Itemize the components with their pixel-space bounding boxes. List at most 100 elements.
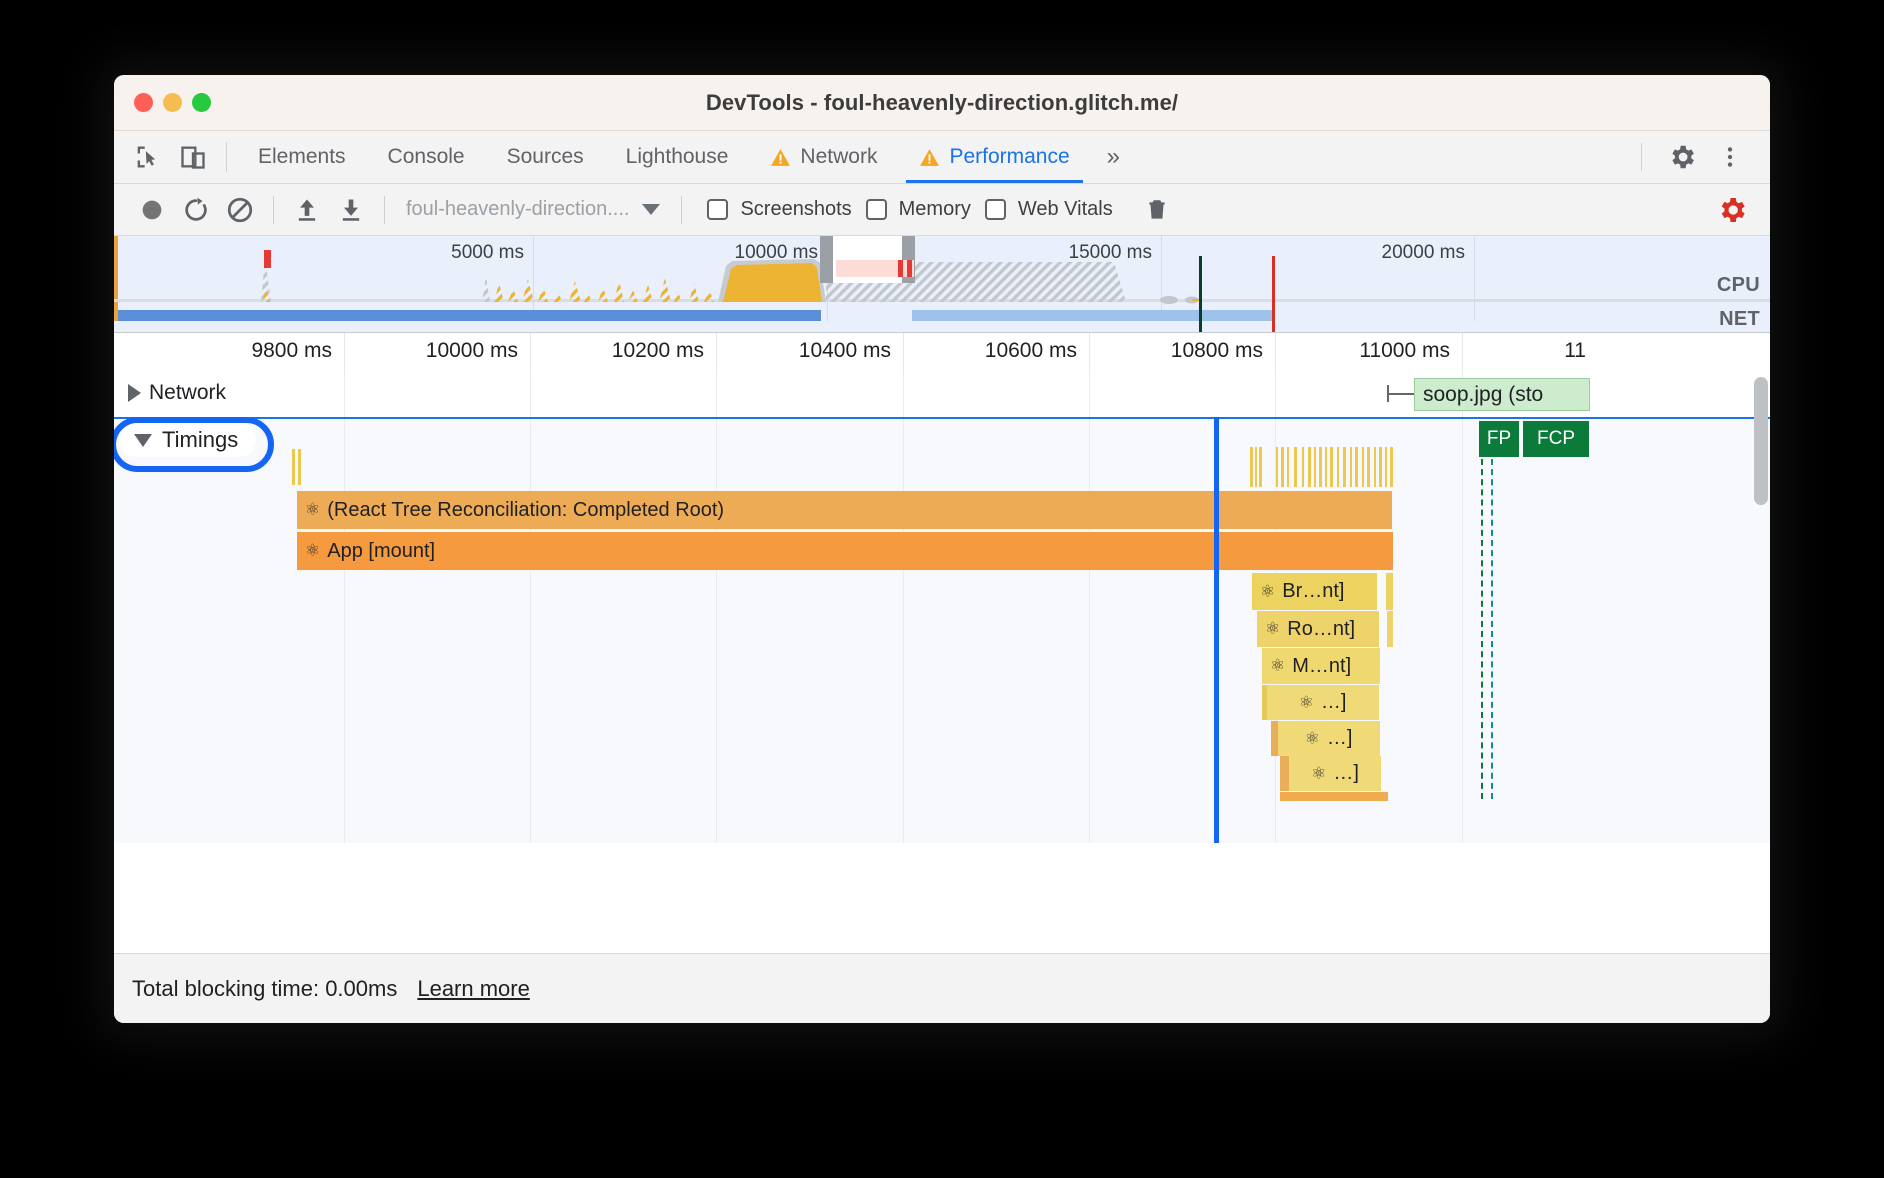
screenshots-checkbox[interactable] [707,199,729,220]
checkbox-screenshots[interactable]: Screenshots [707,198,852,221]
react-atom-icon: ⚛ [1304,728,1320,748]
timings-track-label: Timings [162,427,239,452]
panel-tabs: Elements Console Sources Lighthouse Netw… [237,131,1091,183]
delete-icon[interactable] [1135,188,1179,232]
tab-lighthouse[interactable]: Lighthouse [605,131,750,183]
network-request-label: soop.jpg (sto [1423,382,1544,406]
tab-console[interactable]: Console [367,131,486,183]
ruler-tick [344,333,345,373]
overview-tick-label: 15000 ms [1068,242,1152,263]
learn-more-link[interactable]: Learn more [417,976,530,1002]
timings-track-header[interactable]: Timings [120,423,257,457]
total-blocking-time-label: Total blocking time: 0.00ms [132,975,398,1001]
overview-error-tick [264,250,271,268]
timing-bar[interactable]: ⚛ …] [1266,685,1379,720]
tabstrip-divider [226,142,227,172]
chevron-right-icon[interactable] [128,384,141,402]
timing-bar-label: Br…nt] [1282,580,1345,602]
network-track[interactable]: Network soop.jpg (sto [114,373,1770,417]
kebab-menu-icon[interactable] [1708,135,1752,179]
track-gridline [716,373,717,417]
timeline-playhead[interactable] [1214,417,1219,843]
inspect-element-icon[interactable] [130,140,164,174]
timing-bar[interactable]: ⚛ (React Tree Reconciliation: Completed … [297,491,1382,529]
overview-net-band [912,310,1274,321]
react-atom-icon: ⚛ [1311,763,1327,783]
timing-bar-label: …] [1320,691,1347,713]
record-icon[interactable] [130,188,174,232]
fcp-marker-chip[interactable]: FCP [1523,421,1589,457]
tab-sources[interactable]: Sources [486,131,605,183]
network-track-header[interactable]: Network [114,381,226,405]
ruler-tick [1275,333,1276,373]
flamechart-tracks[interactable]: Network soop.jpg (sto FP FCP ⚛ (React Tr… [114,373,1770,843]
timings-track[interactable]: FP FCP ⚛ (React Tree Reconciliation: Com… [114,417,1770,843]
timing-tick [292,449,295,485]
checkbox-memory-label: Memory [898,198,971,220]
checkbox-memory[interactable]: Memory [865,198,971,221]
network-request-chip[interactable]: soop.jpg (sto [1414,378,1590,411]
overview-marker-onload [1272,256,1275,332]
web-vitals-checkbox[interactable] [984,199,1006,220]
recording-select[interactable]: foul-heavenly-direction.... [396,198,670,221]
warning-triangle-icon [919,148,940,167]
network-track-label: Network [149,381,227,404]
timing-bar[interactable]: ⚛ App [mount] [297,532,1384,570]
overview-cpu-label: CPU [1716,274,1760,296]
capture-settings-icon[interactable] [1710,188,1754,232]
react-atom-icon: ⚛ [1270,656,1286,675]
track-gridline [1275,373,1276,417]
memory-checkbox[interactable] [865,199,887,220]
timing-bar-tail[interactable] [1387,611,1393,647]
fp-marker-dashline [1481,459,1483,799]
react-atom-icon: ⚛ [1298,692,1314,712]
tab-elements[interactable]: Elements [237,131,367,183]
upload-profile-icon[interactable] [285,188,329,232]
react-atom-icon: ⚛ [1260,581,1276,601]
track-gridline [903,373,904,417]
timing-bar[interactable]: ⚛ Ro…nt] [1257,611,1379,647]
chevron-down-icon[interactable] [134,433,152,447]
download-profile-icon[interactable] [329,188,373,232]
ruler-label: 10800 ms [1170,339,1263,362]
more-tabs-button[interactable]: » [1091,131,1136,183]
warning-triangle-icon [770,148,791,167]
window-title: DevTools - foul-heavenly-direction.glitc… [705,89,1179,115]
chevron-down-icon [642,204,661,215]
timing-bar[interactable]: ⚛ …] [1277,721,1380,756]
react-atom-icon: ⚛ [305,500,321,519]
ruler-tick [530,333,531,373]
performance-toolbar: foul-heavenly-direction.... Screenshots … [114,184,1770,236]
gear-icon[interactable] [1660,135,1704,179]
overview-net-row [114,321,1770,332]
tabstrip-left-icons [114,131,216,183]
timing-bar-tail[interactable] [1384,532,1393,570]
tab-network[interactable]: Network [749,131,898,183]
timing-bar-tail[interactable] [1382,491,1392,529]
timeline-overview[interactable]: 5000 ms 10000 ms 15000 ms 20000 ms CPU N… [114,236,1770,333]
timing-bar-label: M…nt] [1292,654,1352,677]
ruler-tick [903,333,904,373]
timing-bar-tail[interactable] [1386,573,1393,610]
timing-bar-label: …] [1333,762,1359,784]
timing-bar-label: App [mount] [327,539,436,562]
devtools-window: DevTools - foul-heavenly-direction.glitc… [114,75,1770,1023]
checkbox-screenshots-label: Screenshots [740,198,852,220]
reload-record-icon[interactable] [174,188,218,232]
fp-marker-chip[interactable]: FP [1479,421,1519,457]
timing-bar[interactable]: ⚛ M…nt] [1262,648,1380,684]
ruler-tick [1089,333,1090,373]
window-titlebar: DevTools - foul-heavenly-direction.glitc… [114,75,1770,131]
timing-bar-partial[interactable] [1280,792,1388,801]
timing-bar[interactable]: ⚛ …] [1289,756,1381,791]
timing-tick [298,449,301,485]
timing-bar[interactable]: ⚛ Br…nt] [1252,573,1377,610]
tab-performance[interactable]: Performance [898,131,1090,183]
device-toolbar-icon[interactable] [176,140,210,174]
clear-icon[interactable] [218,188,262,232]
ruler-tick [716,333,717,373]
checkbox-web-vitals[interactable]: Web Vitals [984,198,1113,221]
tracks-scrollbar[interactable] [1754,377,1768,505]
track-gridline [903,419,904,843]
overview-cpu-chart [114,258,1770,304]
